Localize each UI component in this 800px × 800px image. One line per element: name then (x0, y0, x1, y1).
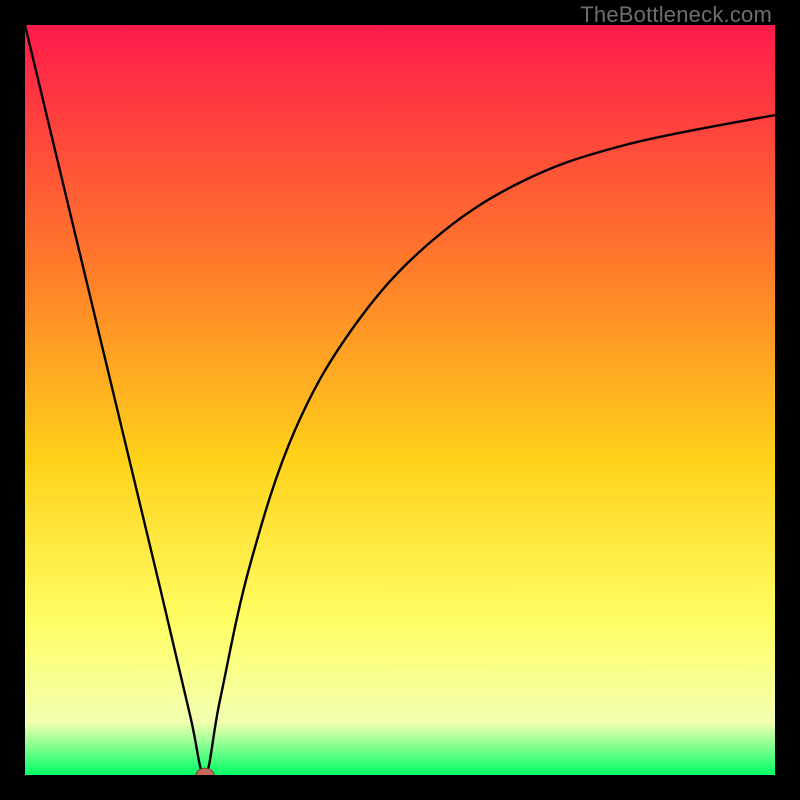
bottleneck-chart (25, 25, 775, 775)
watermark-text: TheBottleneck.com (580, 2, 772, 28)
chart-frame (25, 25, 775, 775)
